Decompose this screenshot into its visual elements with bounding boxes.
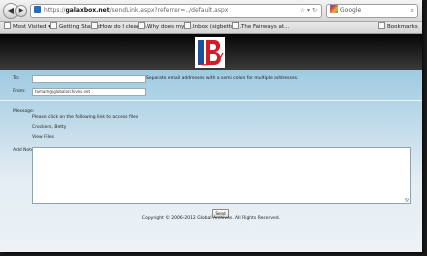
global-archives-logo: [195, 37, 225, 68]
send-link-form: To: Separate email addresses with a semi…: [0, 70, 422, 252]
message-line-recipient: Crockers, Betty: [32, 125, 67, 130]
to-input[interactable]: [32, 75, 146, 83]
url-path: /sendLink.aspx?referrer=../default.aspx: [109, 7, 229, 14]
resize-handle-icon[interactable]: [405, 198, 409, 202]
from-label: From:: [13, 89, 26, 94]
forward-button[interactable]: ▶: [15, 5, 27, 17]
bookmark-star-icon[interactable]: ☆: [300, 7, 305, 14]
view-files-link[interactable]: View Files: [32, 135, 54, 140]
url-controls: ☆ ▾ ↻: [300, 5, 317, 17]
bookmark-label: Most Visited: [13, 24, 47, 30]
bookmark-icon: [91, 22, 98, 29]
add-note-textarea[interactable]: [32, 147, 411, 204]
url-domain: galaxbox.net: [65, 7, 110, 14]
site-favicon-icon: [34, 6, 41, 13]
page-header: [0, 34, 422, 71]
message-label: Message:: [13, 109, 35, 114]
bookmarks-icon: [378, 22, 385, 29]
copyright-text: Copyright © 2006-2012 Global Archives. A…: [141, 216, 281, 221]
reload-icon[interactable]: ↻: [312, 7, 317, 14]
bookmark-icon: [232, 22, 239, 29]
search-icon[interactable]: ⌕: [411, 5, 414, 17]
bookmarks-menu-label: Bookmarks: [387, 24, 418, 30]
to-label: To:: [13, 76, 20, 81]
bookmark-fairways[interactable]: The Fairways at...: [232, 22, 289, 33]
search-engine-label: Google: [340, 7, 362, 14]
bookmark-label: The Fairways at...: [241, 24, 290, 30]
google-icon: [330, 5, 338, 13]
search-bar[interactable]: Google ⌕: [326, 4, 418, 18]
browser-toolbar: ◀ ▶ https://galaxbox.net/sendLink.aspx?r…: [0, 0, 422, 22]
dropdown-icon[interactable]: ▾: [307, 7, 310, 14]
bookmarks-menu[interactable]: Bookmarks: [378, 22, 418, 33]
address-bar[interactable]: https://galaxbox.net/sendLink.aspx?refer…: [30, 4, 322, 18]
bookmark-most-visited[interactable]: Most Visited ▾: [4, 22, 51, 33]
bookmark-icon: [50, 22, 57, 29]
bookmarks-toolbar: Most Visited ▾ Getting Started How do I …: [0, 22, 422, 34]
bookmark-icon: [184, 22, 191, 29]
url-prefix: https://: [44, 7, 66, 14]
from-input[interactable]: tomam@globalarchives.net: [32, 88, 146, 96]
form-divider: [0, 100, 422, 101]
browser-window: ◀ ▶ https://galaxbox.net/sendLink.aspx?r…: [0, 0, 422, 252]
bookmark-icon: [138, 22, 145, 29]
message-line-instructions: Please click on the following link to ac…: [32, 115, 139, 120]
bookmark-icon: [4, 22, 11, 29]
to-hint: Separate email addresses with a semi col…: [146, 76, 299, 81]
